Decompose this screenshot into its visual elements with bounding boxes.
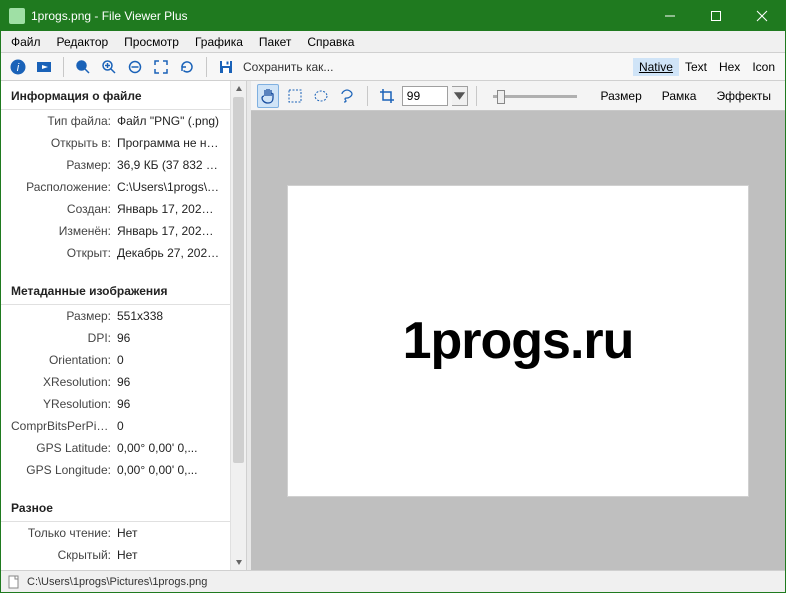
viewer-separator bbox=[476, 86, 477, 106]
menu-view[interactable]: Просмотр bbox=[116, 31, 187, 52]
sidebar-scrollbar[interactable] bbox=[230, 81, 246, 570]
app-window: 1progs.png - File Viewer Plus Файл Редак… bbox=[0, 0, 786, 593]
scroll-down-button[interactable] bbox=[231, 554, 246, 570]
frame-button[interactable]: Рамка bbox=[654, 87, 705, 105]
kv-cbpp: ComprBitsPerPixel:0 bbox=[1, 415, 230, 437]
lasso-select-button[interactable] bbox=[336, 84, 358, 108]
slider-thumb[interactable] bbox=[497, 90, 505, 104]
toolbar-separator bbox=[63, 57, 64, 77]
viewmode-text[interactable]: Text bbox=[679, 58, 713, 76]
zoom-slider[interactable] bbox=[493, 87, 577, 105]
kv-hidden: Скрытый:Нет bbox=[1, 544, 230, 566]
zoom-out-button[interactable] bbox=[71, 55, 95, 79]
viewer-toolbar: Размер Рамка Эффекты bbox=[251, 81, 785, 111]
kv-system: Системный:Нет bbox=[1, 566, 230, 570]
refresh-button[interactable] bbox=[175, 55, 199, 79]
section-image-meta: Метаданные изображения bbox=[1, 276, 230, 305]
kv-orientation: Orientation:0 bbox=[1, 349, 230, 371]
viewmode-icon[interactable]: Icon bbox=[746, 58, 781, 76]
file-icon bbox=[7, 575, 21, 589]
save-as-button[interactable]: Сохранить как... bbox=[243, 60, 333, 74]
zoom-in-button[interactable] bbox=[97, 55, 121, 79]
title-bar: 1progs.png - File Viewer Plus bbox=[1, 1, 785, 31]
viewer-pane: Размер Рамка Эффекты 1progs.ru bbox=[251, 81, 785, 570]
slider-track bbox=[493, 95, 577, 98]
rect-select-button[interactable] bbox=[283, 84, 305, 108]
kv-gps-lon: GPS Longitude:0,00° 0,00' 0,... bbox=[1, 459, 230, 481]
zoom-input[interactable] bbox=[402, 86, 448, 106]
menu-file[interactable]: Файл bbox=[3, 31, 49, 52]
body: < Информация о файле Тип файла:Файл "PNG… bbox=[1, 81, 785, 570]
ellipse-select-button[interactable] bbox=[310, 84, 332, 108]
kv-dpi: DPI:96 bbox=[1, 327, 230, 349]
toolbar-separator bbox=[206, 57, 207, 77]
kv-readonly: Только чтение:Нет bbox=[1, 522, 230, 544]
save-icon[interactable] bbox=[214, 55, 238, 79]
minimize-button[interactable] bbox=[647, 1, 693, 31]
image-canvas[interactable]: 1progs.ru bbox=[251, 111, 785, 570]
zoom-fit-button[interactable] bbox=[123, 55, 147, 79]
scroll-up-button[interactable] bbox=[231, 81, 246, 97]
window-title: 1progs.png - File Viewer Plus bbox=[31, 9, 188, 23]
scroll-thumb[interactable] bbox=[233, 97, 244, 463]
status-path: C:\Users\1progs\Pictures\1progs.png bbox=[27, 576, 207, 588]
viewmode-hex[interactable]: Hex bbox=[713, 58, 746, 76]
menu-graphics[interactable]: Графика bbox=[187, 31, 251, 52]
kv-yres: YResolution:96 bbox=[1, 393, 230, 415]
kv-dimensions: Размер:551x338 bbox=[1, 305, 230, 327]
kv-location: Расположение:C:\Users\1progs\Pictu... bbox=[1, 176, 230, 198]
open-button[interactable] bbox=[32, 55, 56, 79]
kv-modified: Изменён:Январь 17, 2022 4:26 bbox=[1, 220, 230, 242]
section-file-info: Информация о файле bbox=[1, 81, 230, 110]
viewer-separator bbox=[367, 86, 368, 106]
size-button[interactable]: Размер bbox=[593, 87, 650, 105]
menu-editor[interactable]: Редактор bbox=[49, 31, 117, 52]
image-content-text: 1progs.ru bbox=[403, 311, 634, 371]
main-toolbar: i Сохранить как... Native Text Hex Icon bbox=[1, 53, 785, 81]
scroll-track[interactable] bbox=[231, 97, 246, 554]
app-icon bbox=[9, 8, 25, 24]
status-bar: C:\Users\1progs\Pictures\1progs.png bbox=[1, 570, 785, 592]
fullscreen-button[interactable] bbox=[149, 55, 173, 79]
kv-opened: Открыт:Декабрь 27, 2022 6:47 bbox=[1, 242, 230, 264]
pan-tool-button[interactable] bbox=[257, 84, 279, 108]
sidebar: < Информация о файле Тип файла:Файл "PNG… bbox=[1, 81, 247, 570]
viewmode-native[interactable]: Native bbox=[633, 58, 679, 76]
menu-help[interactable]: Справка bbox=[299, 31, 362, 52]
menu-bar: Файл Редактор Просмотр Графика Пакет Спр… bbox=[1, 31, 785, 53]
crop-button[interactable] bbox=[375, 84, 397, 108]
zoom-dropdown-button[interactable] bbox=[452, 86, 468, 106]
maximize-button[interactable] bbox=[693, 1, 739, 31]
kv-created: Создан:Январь 17, 2022 4:26 bbox=[1, 198, 230, 220]
kv-file-type: Тип файла:Файл "PNG" (.png) bbox=[1, 110, 230, 132]
section-misc: Разное bbox=[1, 493, 230, 522]
close-button[interactable] bbox=[739, 1, 785, 31]
kv-size: Размер:36,9 КБ (37 832 bytes) bbox=[1, 154, 230, 176]
displayed-image: 1progs.ru bbox=[288, 186, 748, 496]
kv-open-with: Открыть в:Программа не найдена bbox=[1, 132, 230, 154]
sidebar-content: Информация о файле Тип файла:Файл "PNG" … bbox=[1, 81, 246, 570]
info-button[interactable]: i bbox=[6, 55, 30, 79]
kv-xres: XResolution:96 bbox=[1, 371, 230, 393]
kv-gps-lat: GPS Latitude:0,00° 0,00' 0,... bbox=[1, 437, 230, 459]
menu-batch[interactable]: Пакет bbox=[251, 31, 299, 52]
effects-button[interactable]: Эффекты bbox=[708, 87, 779, 105]
